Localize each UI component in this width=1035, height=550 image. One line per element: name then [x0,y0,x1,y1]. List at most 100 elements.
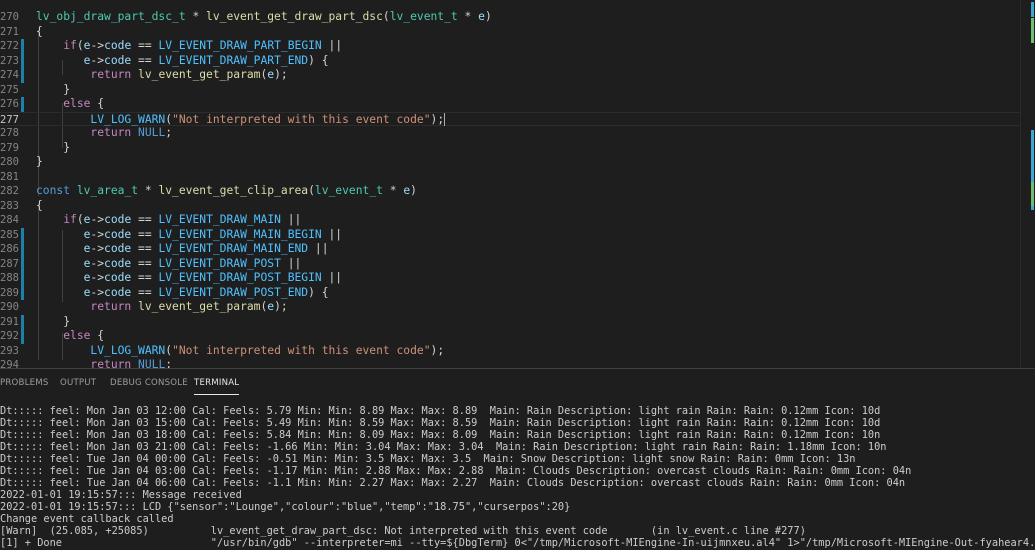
code-text: e->code == LV_EVENT_DRAW_PART_END) { [36,54,329,69]
code-line[interactable]: 270 lv_obj_draw_part_dsc_t * lv_event_get… [0,10,1035,25]
code-token: LV_EVENT_DRAW_POST_BEGIN [158,271,322,284]
code-line[interactable]: 278 return NULL; [0,126,1035,141]
terminal-line: [Warn] (25.085, +25085) lv_event_get_dra… [0,525,806,537]
code-token: lv_event_get_param [138,68,261,81]
code-token: else [63,97,91,110]
code-text: e->code == LV_EVENT_DRAW_MAIN_END || [36,242,329,257]
code-token: ); [430,112,445,126]
code-token: return [90,358,132,368]
code-token: == [131,271,159,284]
terminal-line: Dt::::: feel: Mon Jan 03 21:00 Cal: Feel… [0,441,887,453]
code-token: code [104,256,132,270]
code-token: -> [90,242,105,255]
code-token: else [63,329,91,342]
code-line[interactable]: 275 } [0,83,1035,98]
terminal-line: 2022-01-01 19:15:57::: Message received [0,489,242,501]
code-line[interactable]: 290 return lv_event_get_param(e); [0,300,1035,315]
modified-line-marker [21,39,24,54]
code-line[interactable]: 272 if(e->code == LV_EVENT_DRAW_PART_BEG… [0,39,1035,54]
code-token: || [321,227,343,241]
tab-problems[interactable]: PROBLEMS [0,378,49,388]
code-text: return lv_event_get_param(e); [36,300,288,315]
code-line[interactable]: 279 } [0,141,1035,156]
code-token: } [36,155,43,168]
code-line[interactable]: 271 { [0,25,1035,40]
code-token: return [90,126,132,139]
tab-terminal[interactable]: TERMINAL [194,378,240,395]
terminal-line: Change event callback called [0,513,174,525]
code-token: == [131,39,159,52]
code-text: else { [36,329,104,344]
editor-scrollbar[interactable] [1020,0,1035,368]
code-token: -> [90,256,105,270]
code-token: lv_event_get_param [138,300,261,313]
code-line[interactable]: 288 e->code == LV_EVENT_DRAW_POST_BEGIN … [0,271,1035,286]
code-line[interactable]: 289 e->code == LV_EVENT_DRAW_POST_END) { [0,285,1035,300]
modified-line-marker [21,256,24,271]
panel-tabs: PROBLEMS OUTPUT DEBUG CONSOLE TERMINAL [0,369,1035,399]
tab-debug-console[interactable]: DEBUG CONSOLE [110,378,188,388]
terminal-line: Dt::::: feel: Mon Jan 03 12:00 Cal: Feel… [0,405,881,417]
line-number: 275 [0,83,19,96]
code-token: lv_event_get_clip_area [158,184,309,197]
code-line[interactable]: 291 } [0,314,1035,329]
line-number: 287 [0,257,19,270]
code-token: } [36,140,71,154]
code-line[interactable]: 273 e->code == LV_EVENT_DRAW_PART_END) { [0,53,1035,69]
code-token: code [104,53,132,67]
code-line[interactable]: 287 e->code == LV_EVENT_DRAW_POST || [0,256,1035,271]
code-editor[interactable]: 270 lv_obj_draw_part_dsc_t * lv_event_get… [0,0,1035,368]
code-line[interactable]: 286 e->code == LV_EVENT_DRAW_MAIN_END || [0,242,1035,257]
code-line[interactable]: 280} [0,155,1035,170]
code-token: LV_EVENT_DRAW_POST_END [158,285,309,299]
code-token: -> [90,213,105,226]
code-text: { [36,199,43,214]
terminal-output[interactable]: Dt::::: feel: Mon Jan 03 12:00 Cal: Feel… [0,405,1035,550]
code-token: LV_EVENT_DRAW_MAIN_BEGIN [158,227,322,241]
code-line[interactable]: 294 return NULL; [0,358,1035,368]
code-token: } [36,82,71,96]
code-token: || [321,271,343,284]
code-line[interactable]: 284 if(e->code == LV_EVENT_DRAW_MAIN || [0,213,1035,228]
line-number: 284 [0,214,19,226]
code-text: } [36,141,70,156]
tab-output[interactable]: OUTPUT [60,378,96,388]
modified-line-marker [21,68,24,83]
code-token: ) [484,10,492,23]
code-line[interactable]: 274 return lv_event_get_param(e); [0,68,1035,83]
code-token: ); [274,300,288,313]
line-number: 270 [0,11,19,23]
modified-line-marker [21,53,24,68]
code-token: ( [308,184,315,197]
line-number: 280 [0,156,19,168]
code-line[interactable]: 277 LV_LOG_WARN("Not interpreted with th… [0,111,1035,128]
code-token: code [104,227,132,241]
line-number: 290 [0,301,19,313]
code-line[interactable]: 276 else { [0,97,1035,112]
code-token: NULL [138,358,166,368]
code-line[interactable]: 285 e->code == LV_EVENT_DRAW_MAIN_BEGIN … [0,227,1035,243]
code-text: e->code == LV_EVENT_DRAW_MAIN_BEGIN || [36,227,343,243]
line-number: 279 [0,141,19,154]
terminal-line: Dt::::: feel: Tue Jan 04 06:00 Cal: Feel… [0,477,906,489]
code-line[interactable]: 282 const lv_area_t * lv_event_get_clip_a… [0,184,1035,199]
code-text: LV_LOG_WARN("Not interpreted with this e… [36,112,446,128]
code-line[interactable]: 293 LV_LOG_WARN("Not interpreted with th… [0,344,1035,359]
code-token: "Not interpreted with this event code" [172,112,431,126]
line-number: 277 [0,113,19,126]
code-text: } [36,155,43,170]
code-line[interactable]: 283 { [0,199,1035,214]
modified-line-marker [21,329,24,344]
code-line[interactable]: 281 [0,170,1035,185]
code-token: || [308,242,329,255]
code-line[interactable]: 292 else { [0,329,1035,344]
code-token: "Not interpreted with this event code" [172,343,431,357]
code-token: code [104,213,132,226]
line-number: 289 [0,286,19,299]
